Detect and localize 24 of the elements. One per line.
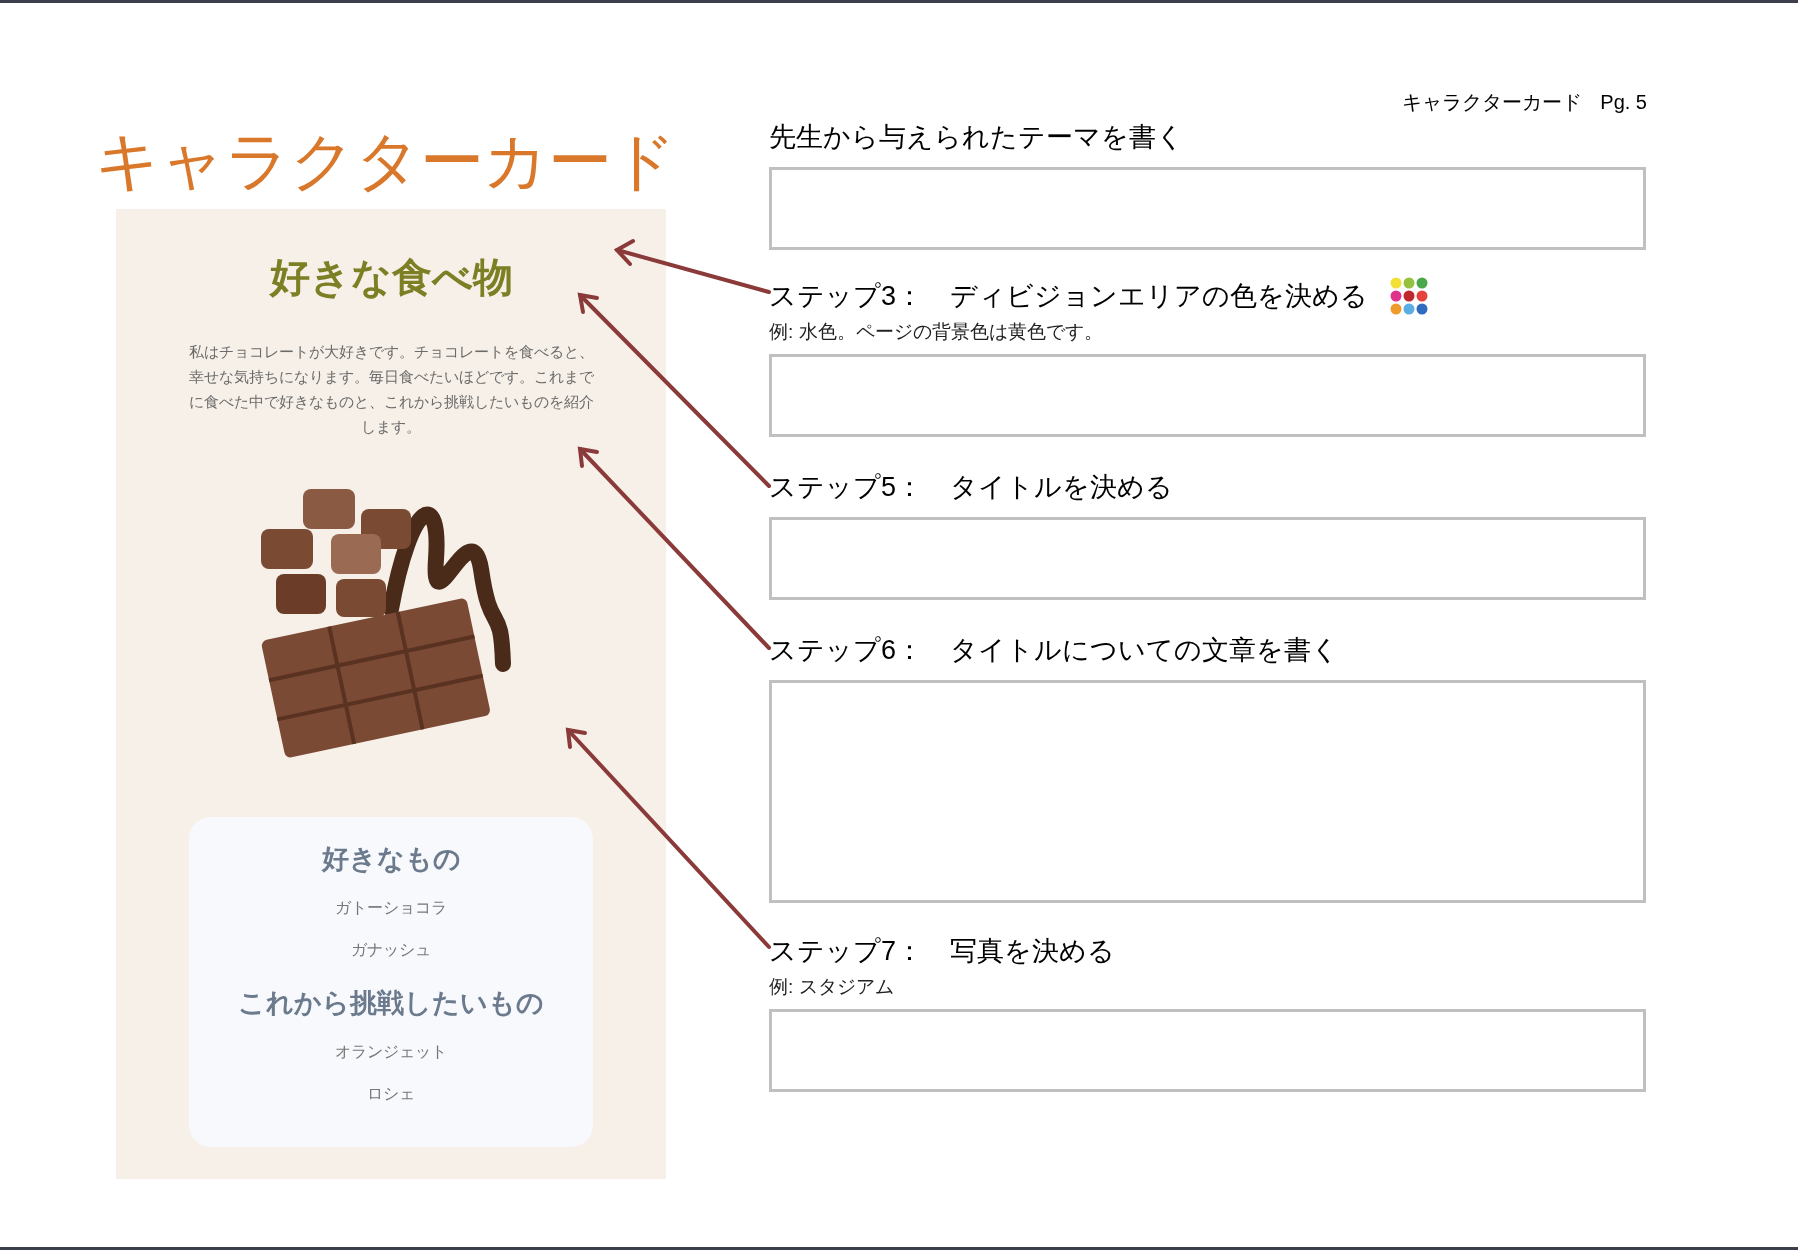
section-heading: 好きなもの <box>321 843 461 876</box>
list-item: ガナッシュ <box>351 940 431 960</box>
example-text: 例: スタジアム <box>769 975 895 999</box>
color-dots-icon <box>1390 277 1429 315</box>
step-label: ステップ7： 写真を決める <box>769 934 1116 968</box>
list-item: オランジェット <box>335 1042 447 1062</box>
card-heading: 好きな食べ物 <box>269 254 513 301</box>
section-heading: これから挑戦したいもの <box>238 987 544 1020</box>
example-text: 例: 水色。ページの背景色は黄色です。 <box>769 320 1104 344</box>
page-number: Pg. 5 <box>1600 90 1647 115</box>
answer-area[interactable] <box>769 680 1646 903</box>
card-description: 私はチョコレートが大好きです。チョコレートを食べると、幸せな気持ちになります。毎日食べたいほどです。これまでに食べた中で好きなものと、これから挑戦したいものを紹介します。 <box>187 342 595 437</box>
step-label: ステップ3： ディビジョンエリアの色を決める <box>769 279 1369 313</box>
answer-field[interactable] <box>769 517 1646 600</box>
answer-field[interactable] <box>769 1009 1646 1092</box>
step-label: ステップ6： タイトルについての文章を書く <box>769 633 1340 667</box>
answer-field[interactable] <box>769 167 1646 250</box>
list-item: ロシェ <box>367 1084 415 1104</box>
page-header-title: キャラクターカード <box>1402 90 1583 115</box>
card-title: キャラクターカード <box>95 124 676 199</box>
answer-field[interactable] <box>769 354 1646 437</box>
step-label: 先生から与えられたテーマを書く <box>769 120 1184 154</box>
step-label: ステップ5： タイトルを決める <box>769 470 1174 504</box>
list-item: ガトーショコラ <box>335 898 447 918</box>
